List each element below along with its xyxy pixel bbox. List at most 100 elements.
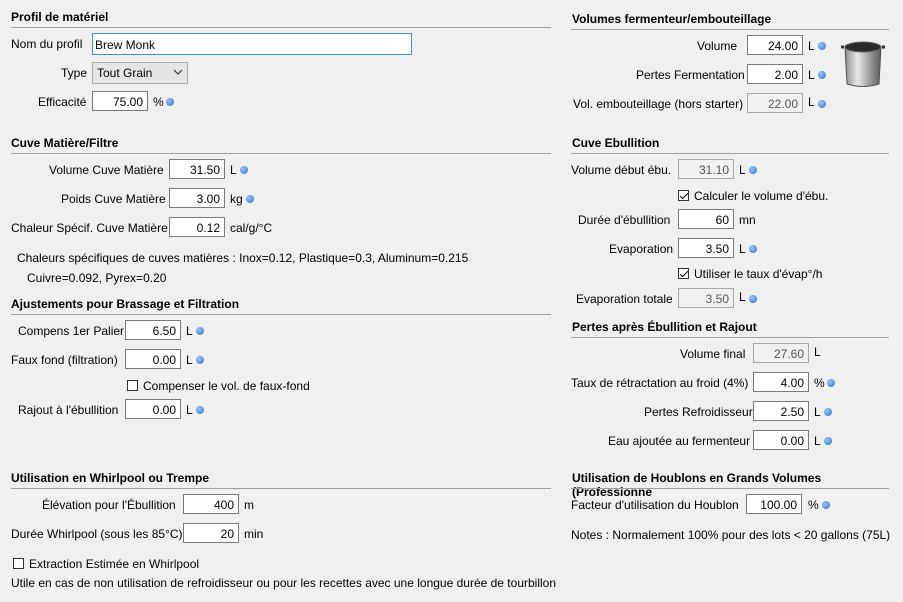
info-dot-icon[interactable] [818,100,826,108]
whirlpool-extraction-label: Extraction Estimée en Whirlpool [29,557,200,571]
final-volume-input [753,343,809,363]
whirlpool-extraction-checkbox[interactable] [13,558,24,569]
fermenter-volume-input[interactable] [747,35,803,55]
false-bottom-input[interactable] [125,349,181,369]
chiller-loss-label: Pertes Refroidisseur [644,405,753,419]
section-title-cuve-matiere: Cuve Matière/Filtre [11,136,119,150]
cooling-shrinkage-label: Taux de rétractation au froid (4%) [571,376,749,390]
boil-duration-input[interactable] [678,209,734,229]
elevation-label: Élévation pour l'Ébullition [42,498,176,512]
final-volume-unit: L [814,345,821,359]
section-title-volumes: Volumes fermenteur/embouteillage [572,12,772,26]
specific-heat-note-line2: Cuivre=0.092, Pyrex=0.20 [27,271,167,285]
info-dot-icon[interactable] [824,408,832,416]
hop-utilization-unit: % [808,498,819,512]
info-dot-icon[interactable] [824,437,832,445]
final-volume-label: Volume final [680,347,746,361]
efficiency-unit: % [153,95,164,109]
hop-utilization-input[interactable] [746,494,802,514]
info-dot-icon[interactable] [749,295,757,303]
chiller-loss-unit: L [814,405,821,419]
whirlpool-note: Utile en cas de non utilisation de refro… [11,576,557,590]
whirlpool-duration-input[interactable] [183,523,239,543]
section-divider [571,153,889,154]
type-select[interactable]: Tout Grain [92,62,188,84]
water-added-unit: L [814,434,821,448]
info-dot-icon[interactable] [818,42,826,50]
boil-addition-input[interactable] [125,399,181,419]
cooling-shrinkage-unit: % [814,376,825,390]
info-dot-icon[interactable] [827,379,835,387]
mash-weight-label: Poids Cuve Matière [61,192,166,206]
info-dot-icon[interactable] [196,327,204,335]
bottling-volume-label: Vol. embouteillage (hors starter) [573,97,744,111]
hop-utilization-label: Facteur d'utilisation du Houblon [571,498,739,512]
evaporation-input[interactable] [678,238,734,258]
false-bottom-label: Faux fond (filtration) [11,353,118,367]
first-step-comp-label: Compens 1er Palier [18,324,125,338]
total-evaporation-unit: L [739,290,746,304]
total-evaporation-label: Evaporation totale [576,292,673,306]
fermenter-volume-unit: L [808,39,815,53]
section-divider [571,488,889,489]
info-dot-icon[interactable] [246,195,254,203]
evaporation-unit: L [739,242,746,256]
section-title-profil: Profil de matériel [11,10,109,24]
boil-duration-label: Durée d'ébullition [578,213,671,227]
fermentation-loss-unit: L [808,68,815,82]
boil-start-volume-input [678,159,734,179]
water-added-label: Eau ajoutée au fermenteur [608,434,751,448]
elevation-unit: m [244,498,254,512]
brew-pot-icon [840,38,886,93]
calculate-boil-volume-checkbox[interactable] [678,190,689,201]
boil-duration-unit: mn [739,213,756,227]
specific-heat-label: Chaleur Spécif. Cuve Matière [11,221,168,235]
chiller-loss-input[interactable] [753,401,809,421]
info-dot-icon[interactable] [818,71,826,79]
info-dot-icon[interactable] [166,98,174,106]
specific-heat-input[interactable] [169,217,225,237]
info-dot-icon[interactable] [749,245,757,253]
fermentation-loss-label: Pertes Fermentation [636,68,745,82]
specific-heat-note-line1: Chaleurs spécifiques de cuves matières :… [17,251,469,265]
bottling-volume-unit: L [808,95,815,109]
mash-volume-label: Volume Cuve Matière [49,163,164,177]
mash-weight-input[interactable] [169,188,225,208]
total-evaporation-input [678,288,734,308]
profile-name-input[interactable] [92,33,412,55]
efficiency-input[interactable] [92,91,148,111]
water-added-input[interactable] [753,430,809,450]
elevation-input[interactable] [183,494,239,514]
first-step-comp-input[interactable] [125,320,181,340]
section-divider [11,153,551,154]
fermenter-volume-label: Volume [697,39,738,53]
boil-addition-unit: L [186,403,193,417]
info-dot-icon[interactable] [196,406,204,414]
info-dot-icon[interactable] [822,501,830,509]
section-divider [11,27,551,28]
info-dot-icon[interactable] [749,166,757,174]
mash-volume-input[interactable] [169,159,225,179]
section-title-pertes: Pertes après Ébullition et Rajout [572,320,757,334]
fermentation-loss-input[interactable] [747,64,803,84]
type-select-value: Tout Grain [97,66,153,80]
calculate-boil-volume-label: Calculer le volume d'ébu. [694,189,829,203]
bottling-volume-input [747,93,803,113]
info-dot-icon[interactable] [240,166,248,174]
use-evap-rate-checkbox[interactable] [678,268,689,279]
section-title-whirlpool: Utilisation en Whirlpool ou Trempe [11,471,210,485]
boil-addition-label: Rajout à l'ébullition [18,403,119,417]
whirlpool-duration-label: Durée Whirlpool (sous les 85°C) [11,527,183,541]
mash-weight-unit: kg [230,192,243,206]
use-evap-rate-label: Utiliser le taux d'évap°/h [694,267,823,281]
profile-name-label: Nom du profil [11,37,83,51]
info-dot-icon[interactable] [196,356,204,364]
section-divider [11,314,551,315]
section-title-houblons: Utilisation de Houblons en Grands Volume… [572,471,822,499]
cooling-shrinkage-input[interactable] [753,372,809,392]
compensate-false-bottom-checkbox[interactable] [127,380,138,391]
whirlpool-duration-unit: min [244,527,264,541]
section-divider [571,337,889,338]
boil-start-volume-label: Volume début ébu. [571,163,672,177]
type-label: Type [61,66,88,80]
